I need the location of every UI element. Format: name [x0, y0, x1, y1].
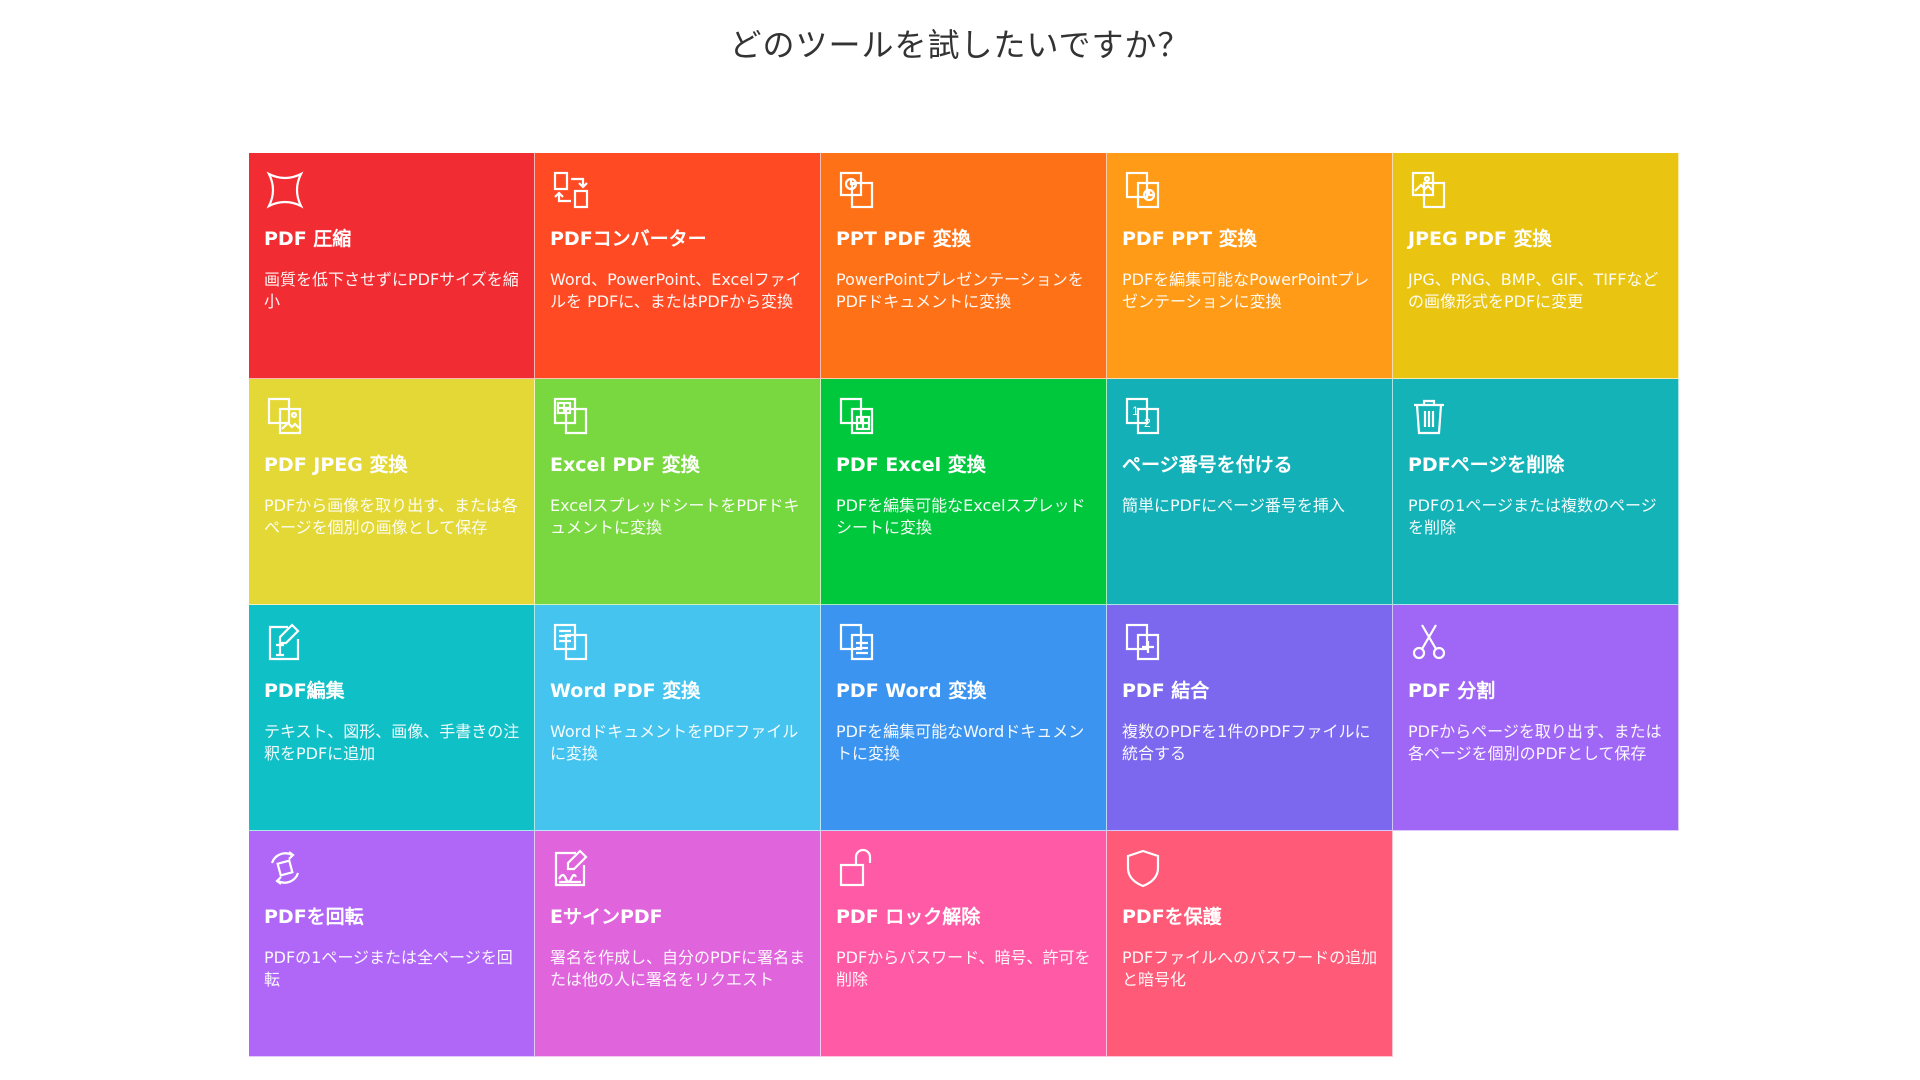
svg-text:2: 2: [1144, 416, 1151, 430]
tool-title: PDFを保護: [1122, 906, 1222, 928]
trash-icon: [1408, 395, 1450, 437]
tool-description: PDFからページを取り出す、または各ページを個別のPDFとして保存: [1408, 722, 1662, 763]
tool-description: 簡単にPDFにページ番号を挿入: [1122, 496, 1345, 515]
tool-tile-jpeg-to-pdf[interactable]: JPEG PDF 変換 JPG、PNG、BMP、GIF、TIFFなどの画像形式を…: [1393, 153, 1679, 379]
tool-description: PowerPointプレゼンテーションをPDFドキュメントに変換: [836, 270, 1084, 311]
tool-title: JPEG PDF 変換: [1408, 228, 1552, 250]
edit-icon: [264, 621, 306, 663]
tool-title: ページ番号を付ける: [1122, 454, 1293, 476]
tool-title: PPT PDF 変換: [836, 228, 971, 250]
tool-description: PDFから画像を取り出す、または各ページを個別の画像として保存: [264, 496, 518, 537]
rotate-icon: [264, 847, 306, 889]
tool-tile-pdf-to-jpeg[interactable]: PDF JPEG 変換 PDFから画像を取り出す、または各ページを個別の画像とし…: [249, 379, 535, 605]
tool-title: PDF ロック解除: [836, 906, 981, 928]
tool-title: EサインPDF: [550, 906, 663, 928]
jpeg-to-pdf-icon: [1408, 169, 1450, 211]
tool-tile-pdf-to-word[interactable]: PDF Word 変換 PDFを編集可能なWordドキュメントに変換: [821, 605, 1107, 831]
tool-description: 複数のPDFを1件のPDFファイルに統合する: [1122, 722, 1371, 763]
scissors-icon: [1408, 621, 1450, 663]
tool-tile-pdf-merge[interactable]: PDF 結合 複数のPDFを1件のPDFファイルに統合する: [1107, 605, 1393, 831]
tool-description: PDFの1ページまたは全ページを回転: [264, 948, 513, 989]
pdf-to-ppt-icon: [1122, 169, 1164, 211]
pdf-to-excel-icon: [836, 395, 878, 437]
tool-tile-pdf-compress[interactable]: PDF 圧縮 画質を低下させずにPDFサイズを縮小: [249, 153, 535, 379]
tool-title: PDF 分割: [1408, 680, 1496, 702]
tool-tile-pdf-converter[interactable]: PDFコンバーター Word、PowerPoint、Excelファイルを PDF…: [535, 153, 821, 379]
esign-icon: [550, 847, 592, 889]
tool-tile-pdf-edit[interactable]: PDF編集 テキスト、図形、画像、手書きの注釈をPDFに追加: [249, 605, 535, 831]
tool-description: PDFファイルへのパスワードの追加と暗号化: [1122, 948, 1378, 989]
pdf-to-word-icon: [836, 621, 878, 663]
tool-description: PDFの1ページまたは複数のページを削除: [1408, 496, 1657, 537]
tool-title: Excel PDF 変換: [550, 454, 700, 476]
tool-description: 署名を作成し、自分のPDFに署名または他の人に署名をリクエスト: [550, 948, 806, 989]
page-number-icon: 12: [1122, 395, 1164, 437]
tool-title: PDF JPEG 変換: [264, 454, 408, 476]
convert-icon: [550, 169, 592, 211]
tool-description: PDFからパスワード、暗号、許可を削除: [836, 948, 1091, 989]
tool-title: PDFを回転: [264, 906, 364, 928]
tool-tile-excel-to-pdf[interactable]: Excel PDF 変換 ExcelスプレッドシートをPDFドキュメントに変換: [535, 379, 821, 605]
word-to-pdf-icon: [550, 621, 592, 663]
tool-tile-ppt-to-pdf[interactable]: PPT PDF 変換 PowerPointプレゼンテーションをPDFドキュメント…: [821, 153, 1107, 379]
tool-title: PDF 圧縮: [264, 228, 352, 250]
tool-tile-pdf-rotate[interactable]: PDFを回転 PDFの1ページまたは全ページを回転: [249, 831, 535, 1057]
tool-title: PDF編集: [264, 680, 345, 702]
tool-title: PDF PPT 変換: [1122, 228, 1257, 250]
tool-description: PDFを編集可能なExcelスプレッドシートに変換: [836, 496, 1086, 537]
tool-description: 画質を低下させずにPDFサイズを縮小: [264, 270, 519, 311]
unlock-icon: [836, 847, 878, 889]
tool-grid: PDF 圧縮 画質を低下させずにPDFサイズを縮小 PDFコンバーター Word…: [249, 153, 1679, 1057]
tool-title: PDF 結合: [1122, 680, 1210, 702]
tool-selection-page: どのツールを試したいですか？ PDF 圧縮 画質を低下させずにPDFサイズを縮小…: [0, 0, 1920, 1080]
tool-title: PDF Excel 変換: [836, 454, 986, 476]
tool-tile-pdf-to-ppt[interactable]: PDF PPT 変換 PDFを編集可能なPowerPointプレゼンテーションに…: [1107, 153, 1393, 379]
tool-tile-pdf-unlock[interactable]: PDF ロック解除 PDFからパスワード、暗号、許可を削除: [821, 831, 1107, 1057]
compress-icon: [264, 169, 306, 211]
tool-title: Word PDF 変換: [550, 680, 701, 702]
tool-description: WordドキュメントをPDFファイルに変換: [550, 722, 799, 763]
tool-tile-delete-page[interactable]: PDFページを削除 PDFの1ページまたは複数のページを削除: [1393, 379, 1679, 605]
tool-description: ExcelスプレッドシートをPDFドキュメントに変換: [550, 496, 800, 537]
tool-title: PDF Word 変換: [836, 680, 987, 702]
tool-tile-pdf-split[interactable]: PDF 分割 PDFからページを取り出す、または各ページを個別のPDFとして保存: [1393, 605, 1679, 831]
tool-tile-pdf-protect[interactable]: PDFを保護 PDFファイルへのパスワードの追加と暗号化: [1107, 831, 1393, 1057]
svg-text:1: 1: [1132, 404, 1139, 418]
merge-icon: [1122, 621, 1164, 663]
shield-icon: [1122, 847, 1164, 889]
tool-title: PDFページを削除: [1408, 454, 1565, 476]
tool-tile-page-number[interactable]: 12 ページ番号を付ける 簡単にPDFにページ番号を挿入: [1107, 379, 1393, 605]
tool-title: PDFコンバーター: [550, 228, 707, 250]
tool-description: PDFを編集可能なPowerPointプレゼンテーションに変換: [1122, 270, 1370, 311]
excel-to-pdf-icon: [550, 395, 592, 437]
tool-description: Word、PowerPoint、Excelファイルを PDFに、またはPDFから…: [550, 270, 802, 311]
tool-description: テキスト、図形、画像、手書きの注釈をPDFに追加: [264, 722, 520, 763]
ppt-to-pdf-icon: [836, 169, 878, 211]
tool-description: PDFを編集可能なWordドキュメントに変換: [836, 722, 1085, 763]
tool-description: JPG、PNG、BMP、GIF、TIFFなどの画像形式をPDFに変更: [1408, 270, 1659, 311]
pdf-to-jpeg-icon: [264, 395, 306, 437]
tool-tile-pdf-to-excel[interactable]: PDF Excel 変換 PDFを編集可能なExcelスプレッドシートに変換: [821, 379, 1107, 605]
page-headline: どのツールを試したいですか？: [729, 26, 1191, 64]
tool-tile-word-to-pdf[interactable]: Word PDF 変換 WordドキュメントをPDFファイルに変換: [535, 605, 821, 831]
tool-tile-esign[interactable]: EサインPDF 署名を作成し、自分のPDFに署名または他の人に署名をリクエスト: [535, 831, 821, 1057]
